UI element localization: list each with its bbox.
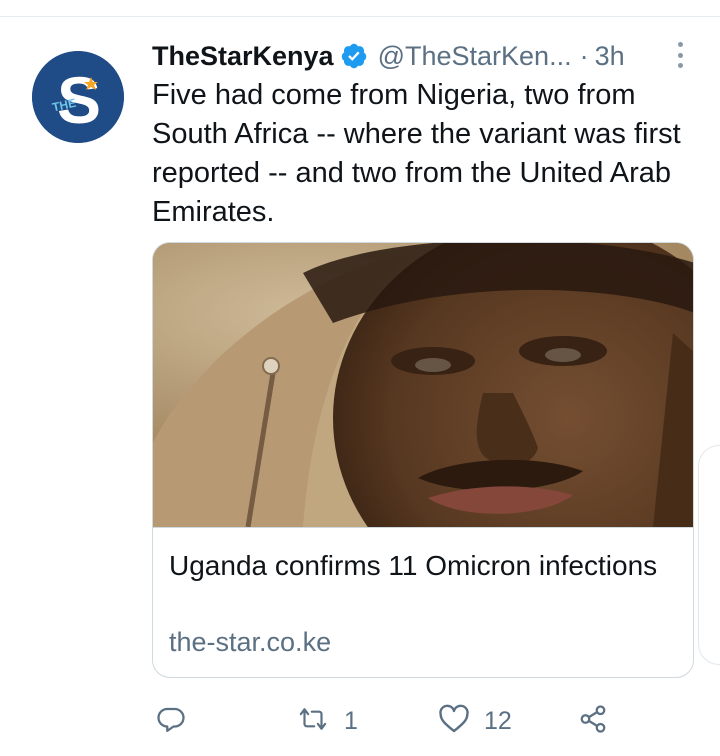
like-count: 12 xyxy=(484,706,512,735)
card-domain[interactable]: the-star.co.ke xyxy=(169,627,331,658)
account-handle[interactable]: @TheStarKen... xyxy=(378,41,572,72)
card-title[interactable]: Uganda confirms 11 Omicron infections xyxy=(169,547,679,585)
avatar[interactable]: S THE xyxy=(32,51,124,143)
card-image[interactable] xyxy=(153,243,693,527)
like-button[interactable]: 12 xyxy=(438,700,512,742)
retweet-button[interactable]: 1 xyxy=(296,700,358,742)
thestar-logo: S THE xyxy=(32,51,124,143)
more-vertical-icon[interactable] xyxy=(668,40,692,70)
tweet-time[interactable]: 3h xyxy=(595,41,625,72)
top-divider xyxy=(0,16,720,17)
retweet-icon xyxy=(296,704,330,739)
reply-button[interactable] xyxy=(156,700,200,742)
account-name[interactable]: TheStarKenya xyxy=(152,41,334,72)
floating-edge-panel[interactable] xyxy=(698,445,720,665)
tweet-actions: 1 12 xyxy=(152,700,692,742)
heart-icon xyxy=(438,704,470,739)
card-divider xyxy=(153,527,693,528)
verified-badge-icon xyxy=(340,42,368,70)
retweet-count: 1 xyxy=(344,706,358,735)
tweet-text: Five had come from Nigeria, two from Sou… xyxy=(152,79,681,228)
reply-icon xyxy=(156,704,186,739)
link-card[interactable]: Uganda confirms 11 Omicron infections th… xyxy=(152,242,694,678)
tweet-header: TheStarKenya @TheStarKen... · 3h xyxy=(152,38,690,74)
separator-dot: · xyxy=(579,40,589,71)
share-button[interactable] xyxy=(578,700,608,742)
share-icon xyxy=(578,704,608,739)
